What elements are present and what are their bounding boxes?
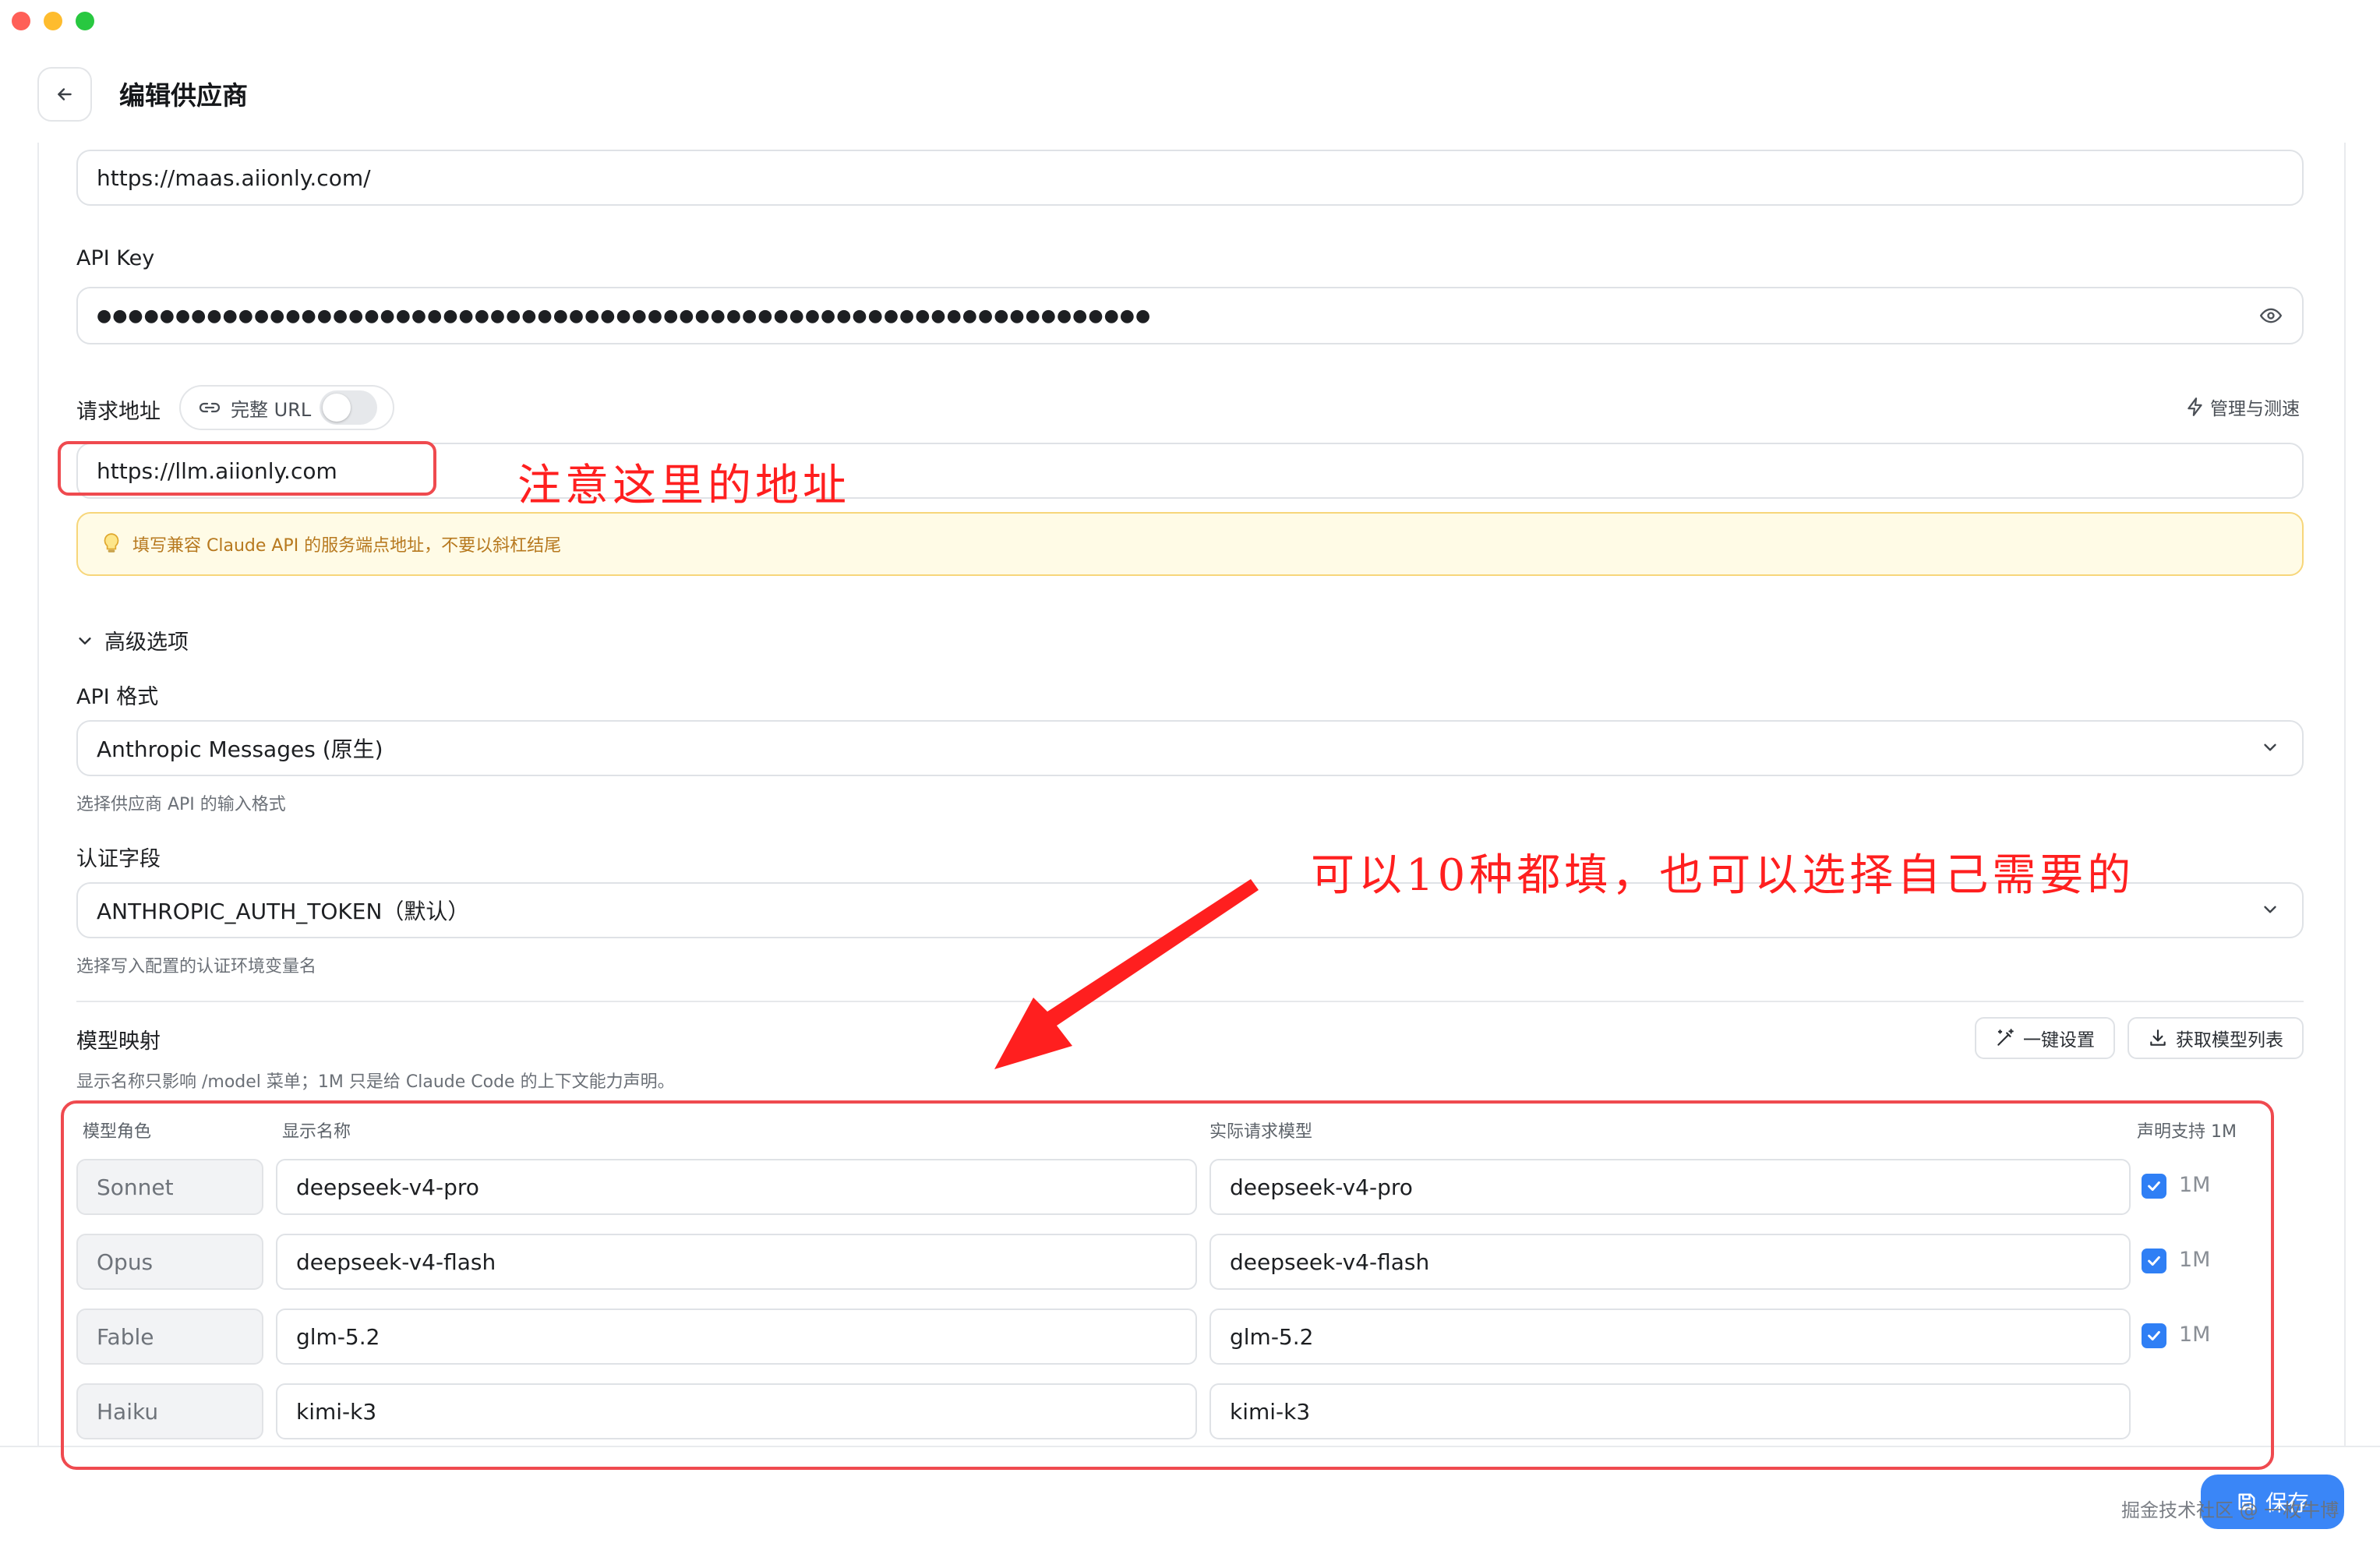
chevron-down-icon xyxy=(79,637,91,645)
advanced-options-toggle[interactable]: 高级选项 xyxy=(76,625,189,655)
website-url-value: https://maas.aiionly.com/ xyxy=(97,164,371,191)
annotation-arrow-icon xyxy=(994,879,1259,1069)
download-icon xyxy=(2150,1030,2166,1046)
endpoint-highlight-box xyxy=(58,441,436,496)
manage-speedtest-link[interactable]: 管理与测速 xyxy=(2185,394,2300,420)
back-button[interactable] xyxy=(37,67,92,122)
fetch-models-label: 获取模型列表 xyxy=(2176,1030,2283,1051)
model-mapping-hint: 显示名称只影响 /model 菜单；1M 只是给 Claude Code 的上下… xyxy=(76,1072,675,1092)
auth-field-label: 认证字段 xyxy=(76,847,161,871)
arrow-left-icon xyxy=(58,88,72,101)
advanced-options-label: 高级选项 xyxy=(104,630,189,655)
model-mapping-highlight-box xyxy=(61,1100,2274,1470)
switch-knob xyxy=(323,394,351,422)
api-key-input[interactable]: ●●●●●●●●●●●●●●●●●●●●●●●●●●●●●●●●●●●●●●●●… xyxy=(76,287,2304,344)
endpoint-notice: 填写兼容 Claude API 的服务端点地址，不要以斜杠结尾 xyxy=(76,512,2304,576)
lightbulb-icon xyxy=(104,533,119,553)
panel-border-right xyxy=(2344,143,2346,1446)
api-format-select[interactable]: Anthropic Messages (原生) xyxy=(76,720,2304,776)
mapping-annotation: 可以10种都填，也可以选择自己需要的 xyxy=(1311,850,2135,901)
api-key-label: API Key xyxy=(76,246,155,270)
auth-field-hint: 选择写入配置的认证环境变量名 xyxy=(76,957,317,977)
one-click-setup-button[interactable]: 一键设置 xyxy=(1975,1017,2115,1059)
model-mapping-title: 模型映射 xyxy=(76,1030,161,1054)
api-format-value: Anthropic Messages (原生) xyxy=(97,736,383,762)
magic-wand-icon xyxy=(1997,1029,2014,1046)
manage-speedtest-label: 管理与测速 xyxy=(2210,399,2300,419)
fetch-models-button[interactable]: 获取模型列表 xyxy=(2128,1017,2304,1059)
api-format-label: API 格式 xyxy=(76,685,159,709)
website-url-input[interactable]: https://maas.aiionly.com/ xyxy=(76,150,2304,206)
page-title: 编辑供应商 xyxy=(119,80,248,111)
panel-border-left xyxy=(37,143,39,1446)
eye-icon[interactable] xyxy=(2258,305,2283,327)
watermark: 掘金技术社区 @ 一枚牛博 xyxy=(2121,1499,2339,1521)
address-annotation: 注意这里的地址 xyxy=(517,461,850,511)
chevron-down-icon xyxy=(2264,743,2276,751)
endpoint-label: 请求地址 xyxy=(76,400,161,424)
lightning-icon xyxy=(2188,397,2202,416)
auth-field-value: ANTHROPIC_AUTH_TOKEN（默认） xyxy=(97,899,470,924)
window-minimize-button[interactable] xyxy=(44,12,62,30)
full-url-switch[interactable] xyxy=(320,390,377,425)
endpoint-notice-text: 填写兼容 Claude API 的服务端点地址，不要以斜杠结尾 xyxy=(132,536,562,556)
api-key-value: ●●●●●●●●●●●●●●●●●●●●●●●●●●●●●●●●●●●●●●●●… xyxy=(97,306,1152,326)
window-close-button[interactable] xyxy=(12,12,30,30)
one-click-setup-label: 一键设置 xyxy=(2023,1030,2095,1051)
full-url-label: 完整 URL xyxy=(231,398,312,421)
link-icon xyxy=(199,402,221,413)
api-format-hint: 选择供应商 API 的输入格式 xyxy=(76,795,286,814)
window-zoom-button[interactable] xyxy=(76,12,94,30)
chevron-down-icon xyxy=(2264,906,2276,913)
